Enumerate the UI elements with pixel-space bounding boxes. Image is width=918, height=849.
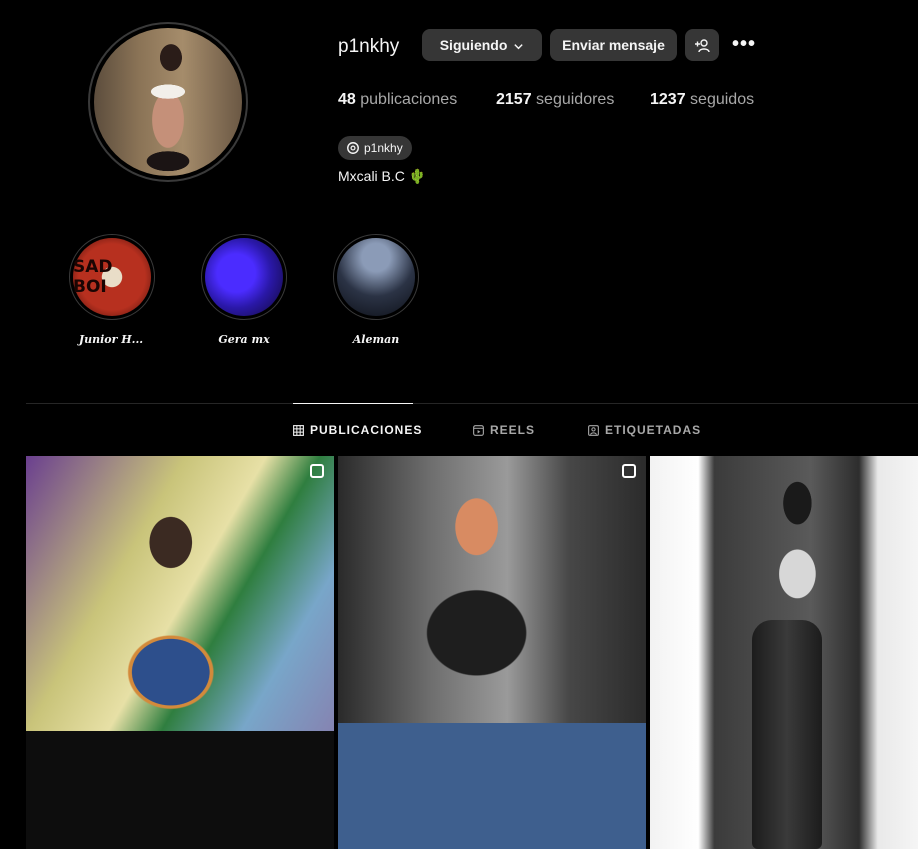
- posts-count-stat: 48 publicaciones: [338, 91, 457, 109]
- following-button[interactable]: Siguiendo: [422, 29, 542, 61]
- highlight-3[interactable]: [333, 234, 419, 320]
- post-thumbnail[interactable]: [338, 456, 646, 849]
- highlight-ring: SAD BOI: [69, 234, 155, 320]
- active-tab-indicator: [293, 403, 413, 404]
- highlight-1[interactable]: SAD BOI: [69, 234, 155, 320]
- carousel-icon: [310, 464, 324, 478]
- post-thumbnail[interactable]: [26, 456, 334, 849]
- threads-handle: p1nkhy: [364, 141, 403, 155]
- chevron-down-icon: [514, 43, 523, 50]
- grid-icon: [293, 424, 304, 436]
- highlight-ring: [201, 234, 287, 320]
- add-user-icon: [695, 39, 710, 53]
- tab-label: PUBLICACIONES: [310, 423, 423, 437]
- followers-label: seguidores: [536, 91, 615, 108]
- highlight-label: Aleman: [352, 333, 400, 346]
- highlight-label: Gera mx: [218, 333, 270, 346]
- followers-count: 2157: [496, 91, 532, 108]
- carousel-icon: [622, 464, 636, 478]
- following-label: seguidos: [690, 91, 755, 108]
- post-image-detail: [752, 620, 822, 849]
- tab-publicaciones[interactable]: PUBLICACIONES: [293, 423, 422, 437]
- tagged-icon: [588, 424, 599, 436]
- highlight-image: [337, 238, 415, 316]
- profile-username: p1nkhy: [338, 36, 400, 57]
- highlight-2[interactable]: [201, 234, 287, 320]
- threads-icon: [347, 142, 359, 154]
- send-message-button[interactable]: Enviar mensaje: [550, 29, 677, 61]
- tab-etiquetadas[interactable]: ETIQUETADAS: [588, 423, 701, 437]
- more-options-icon[interactable]: •••: [732, 33, 756, 56]
- followers-stat[interactable]: 2157 seguidores: [496, 91, 614, 109]
- bio-location: Mxcali B.C 🌵: [338, 168, 427, 184]
- highlight-image: SAD BOI: [73, 238, 151, 316]
- highlight-image: [205, 238, 283, 316]
- posts-count: 48: [338, 91, 356, 108]
- tab-label: REELS: [490, 423, 536, 437]
- threads-badge[interactable]: p1nkhy: [338, 136, 412, 160]
- following-button-label: Siguiendo: [439, 37, 508, 53]
- add-user-button[interactable]: [685, 29, 719, 61]
- profile-avatar[interactable]: [88, 22, 248, 182]
- highlight-image-text: SAD BOI: [73, 257, 113, 297]
- avatar-image: [94, 28, 242, 176]
- posts-label: publicaciones: [360, 91, 458, 108]
- highlight-label: Junior H...: [78, 333, 144, 346]
- tab-reels[interactable]: REELS: [473, 423, 535, 437]
- highlight-ring: [333, 234, 419, 320]
- following-count: 1237: [650, 91, 686, 108]
- reels-icon: [473, 424, 484, 436]
- following-stat[interactable]: 1237 seguidos: [650, 91, 754, 109]
- tab-label: ETIQUETADAS: [605, 423, 702, 437]
- tabs-divider: [26, 403, 918, 404]
